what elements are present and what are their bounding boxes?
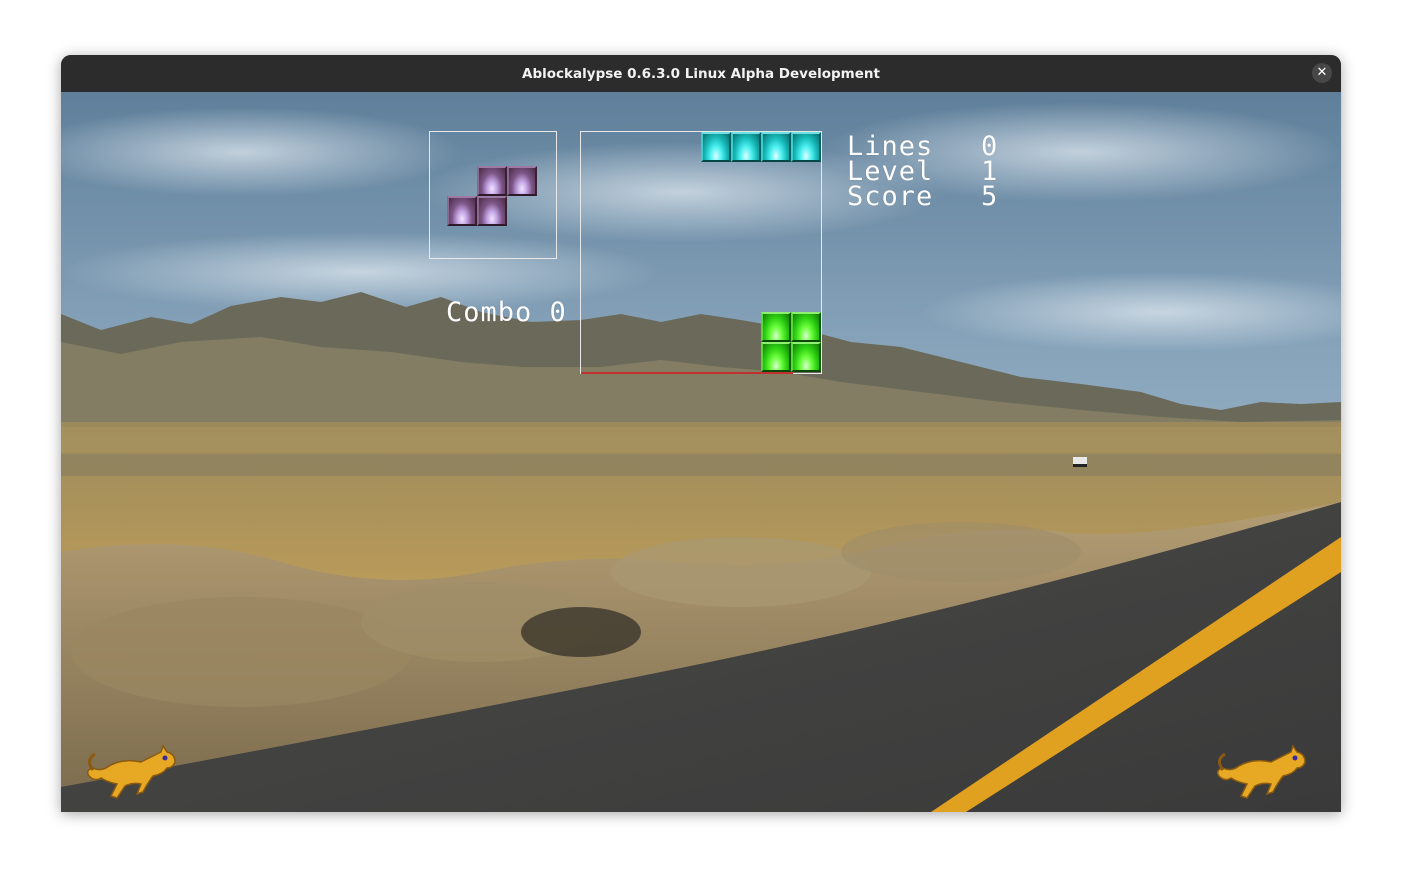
- next-piece-block: [477, 196, 507, 226]
- stack-block: [791, 342, 821, 372]
- next-piece-panel: [429, 131, 557, 259]
- stack-block: [791, 312, 821, 342]
- stack-block: [761, 312, 791, 342]
- active-piece-block: [701, 132, 731, 162]
- score-label: Score: [847, 181, 934, 212]
- next-piece-block: [507, 166, 537, 196]
- active-piece-block: [791, 132, 821, 162]
- running-cat-right-icon: [1216, 744, 1306, 799]
- close-icon: ✕: [1316, 65, 1328, 80]
- close-button[interactable]: ✕: [1312, 63, 1332, 83]
- next-piece-block: [477, 166, 507, 196]
- next-piece-block: [447, 196, 477, 226]
- game-canvas[interactable]: Lines 0 Level 1 Score 5 Combo 0: [61, 92, 1341, 812]
- running-cat-left-icon: [86, 744, 176, 799]
- window-titlebar[interactable]: Ablockalypse 0.6.3.0 Linux Alpha Develop…: [61, 55, 1341, 92]
- stats-panel: Lines 0 Level 1 Score 5: [847, 133, 1027, 214]
- active-piece-block: [731, 132, 761, 162]
- window-title: Ablockalypse 0.6.3.0 Linux Alpha Develop…: [522, 65, 880, 82]
- playfield[interactable]: [580, 131, 822, 374]
- combo-counter: Combo 0: [446, 297, 567, 328]
- score-value: 5: [981, 181, 999, 212]
- stack-block: [761, 342, 791, 372]
- game-window: Ablockalypse 0.6.3.0 Linux Alpha Develop…: [61, 55, 1341, 812]
- playfield-floor-line: [581, 372, 793, 374]
- active-piece-block: [761, 132, 791, 162]
